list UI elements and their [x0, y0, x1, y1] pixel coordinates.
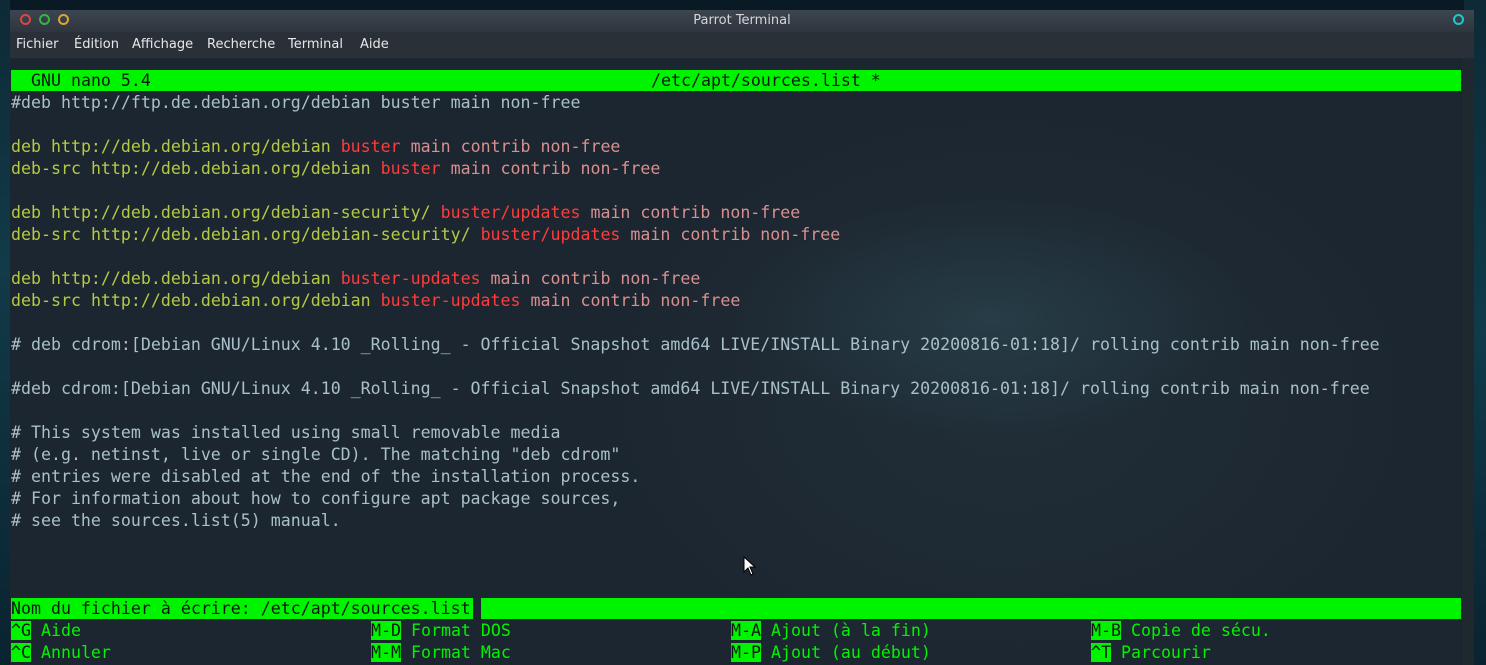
line-token: deb-src	[11, 225, 91, 244]
shortcut-append[interactable]: M-A Ajout (à la fin)	[731, 620, 931, 642]
editor-line: #deb http://ftp.de.debian.org/debian bus…	[11, 92, 580, 114]
desktop-background-left	[0, 0, 10, 665]
shortcut-label: Ajout (au début)	[770, 643, 931, 662]
line-token: http://deb.debian.org/debian-security/	[50, 203, 441, 222]
filename-input[interactable]	[481, 598, 1461, 619]
shortcut-cancel[interactable]: ^C Annuler	[11, 642, 111, 664]
menu-fichier[interactable]: Fichier	[16, 37, 59, 52]
line-token: deb	[11, 203, 51, 222]
line-token: buster/updates	[440, 203, 581, 222]
line-token: buster	[340, 137, 401, 156]
line-token: buster-updates	[340, 269, 481, 288]
shortcut-label: Copie de sécu.	[1130, 621, 1271, 640]
line-token: # see the sources.list(5) manual.	[11, 511, 341, 530]
line-token: # (e.g. netinst, live or single CD). The…	[11, 445, 621, 464]
menu-affichage[interactable]: Affichage	[132, 37, 193, 52]
editor-line: # For information about how to configure…	[11, 488, 620, 510]
terminal-area[interactable]: GNU nano 5.4 /etc/apt/sources.list * #de…	[10, 58, 1461, 665]
editor-line: deb http://deb.debian.org/debian buster-…	[11, 268, 700, 290]
line-token: # For information about how to configure…	[11, 489, 621, 508]
menu-aide[interactable]: Aide	[360, 37, 389, 52]
line-token: # deb cdrom:[Debian GNU/Linux 4.10 _Roll…	[11, 335, 1380, 354]
shortcut-key: ^C	[11, 643, 31, 662]
shortcut-label: Aide	[40, 621, 81, 640]
line-token: http://deb.debian.org/debian	[90, 291, 381, 310]
editor-line: # entries were disabled at the end of th…	[11, 466, 640, 488]
line-token: http://deb.debian.org/debian	[90, 159, 381, 178]
line-token: main contrib non-free	[400, 137, 621, 156]
shortcut-format-dos[interactable]: M-D Format DOS	[371, 620, 511, 642]
shortcut-label: Ajout (à la fin)	[770, 621, 931, 640]
shortcut-key: M-B	[1091, 621, 1121, 640]
menu-recherche[interactable]: Recherche	[207, 37, 275, 52]
window-title: Parrot Terminal	[693, 13, 791, 28]
window-option-icon[interactable]	[1453, 14, 1464, 25]
shortcut-format-mac[interactable]: M-M Format Mac	[371, 642, 511, 664]
line-token: deb	[11, 269, 51, 288]
line-token: http://deb.debian.org/debian	[50, 137, 341, 156]
shortcut-label: Parcourir	[1120, 643, 1211, 662]
line-token: deb-src	[11, 159, 91, 178]
shortcut-backup[interactable]: M-B Copie de sécu.	[1091, 620, 1271, 642]
mouse-cursor-icon	[743, 556, 757, 576]
line-token: main contrib non-free	[520, 291, 741, 310]
editor-line: deb-src http://deb.debian.org/debian bus…	[11, 158, 660, 180]
line-token: # This system was installed using small …	[11, 423, 561, 442]
line-token: main contrib non-free	[440, 159, 661, 178]
editor-line: # deb cdrom:[Debian GNU/Linux 4.10 _Roll…	[11, 334, 1380, 356]
line-token: main contrib non-free	[620, 225, 841, 244]
line-token: main contrib non-free	[480, 269, 701, 288]
title-bar[interactable]: Parrot Terminal	[10, 10, 1474, 32]
line-token: http://deb.debian.org/debian-security/	[90, 225, 481, 244]
line-token: buster	[380, 159, 441, 178]
shortcut-key: ^G	[11, 621, 31, 640]
save-prompt-label: Nom du fichier à écrire: /etc/apt/source…	[11, 598, 473, 619]
line-token: #deb http://ftp.de.debian.org/debian bus…	[11, 93, 581, 112]
editor-line: # see the sources.list(5) manual.	[11, 510, 341, 532]
shortcut-key: M-D	[371, 621, 401, 640]
shortcut-label: Format Mac	[410, 643, 511, 662]
editor-line: #deb cdrom:[Debian GNU/Linux 4.10 _Rolli…	[11, 378, 1370, 400]
editor-line: # This system was installed using small …	[11, 422, 560, 444]
line-token: deb-src	[11, 291, 91, 310]
editor-line: deb http://deb.debian.org/debian-securit…	[11, 202, 800, 224]
shortcut-browse[interactable]: ^T Parcourir	[1091, 642, 1211, 664]
shortcut-key: ^T	[1091, 643, 1111, 662]
shortcut-key: M-A	[731, 621, 761, 640]
line-token: #deb cdrom:[Debian GNU/Linux 4.10 _Rolli…	[11, 379, 1370, 398]
menu-bar: Fichier Édition Affichage Recherche Term…	[10, 32, 1474, 58]
scrollbar[interactable]	[1462, 58, 1474, 665]
editor-line: # (e.g. netinst, live or single CD). The…	[11, 444, 620, 466]
nano-version: GNU nano 5.4	[31, 71, 151, 90]
editor-line: deb-src http://deb.debian.org/debian bus…	[11, 290, 740, 312]
line-token: deb	[11, 137, 51, 156]
shortcut-key: M-P	[731, 643, 761, 662]
terminal-window: Parrot Terminal Fichier Édition Affichag…	[10, 10, 1474, 665]
shortcut-help[interactable]: ^G Aide	[11, 620, 81, 642]
shortcut-prepend[interactable]: M-P Ajout (au début)	[731, 642, 931, 664]
shortcut-key: M-M	[371, 643, 401, 662]
menu-terminal[interactable]: Terminal	[288, 37, 343, 52]
shortcut-label: Annuler	[40, 643, 111, 662]
shortcut-label: Format DOS	[410, 621, 511, 640]
save-prompt: Nom du fichier à écrire: /etc/apt/source…	[11, 598, 1461, 619]
nano-title-bar: GNU nano 5.4 /etc/apt/sources.list *	[11, 70, 1461, 91]
editor-line: deb-src http://deb.debian.org/debian-sec…	[11, 224, 840, 246]
nano-filename: /etc/apt/sources.list *	[651, 71, 881, 90]
line-token: # entries were disabled at the end of th…	[11, 467, 641, 486]
line-token: buster-updates	[380, 291, 521, 310]
line-token: main contrib non-free	[580, 203, 801, 222]
line-token: http://deb.debian.org/debian	[50, 269, 341, 288]
editor-line: deb http://deb.debian.org/debian buster …	[11, 136, 620, 158]
menu-edition[interactable]: Édition	[74, 37, 119, 52]
line-token: buster/updates	[480, 225, 621, 244]
